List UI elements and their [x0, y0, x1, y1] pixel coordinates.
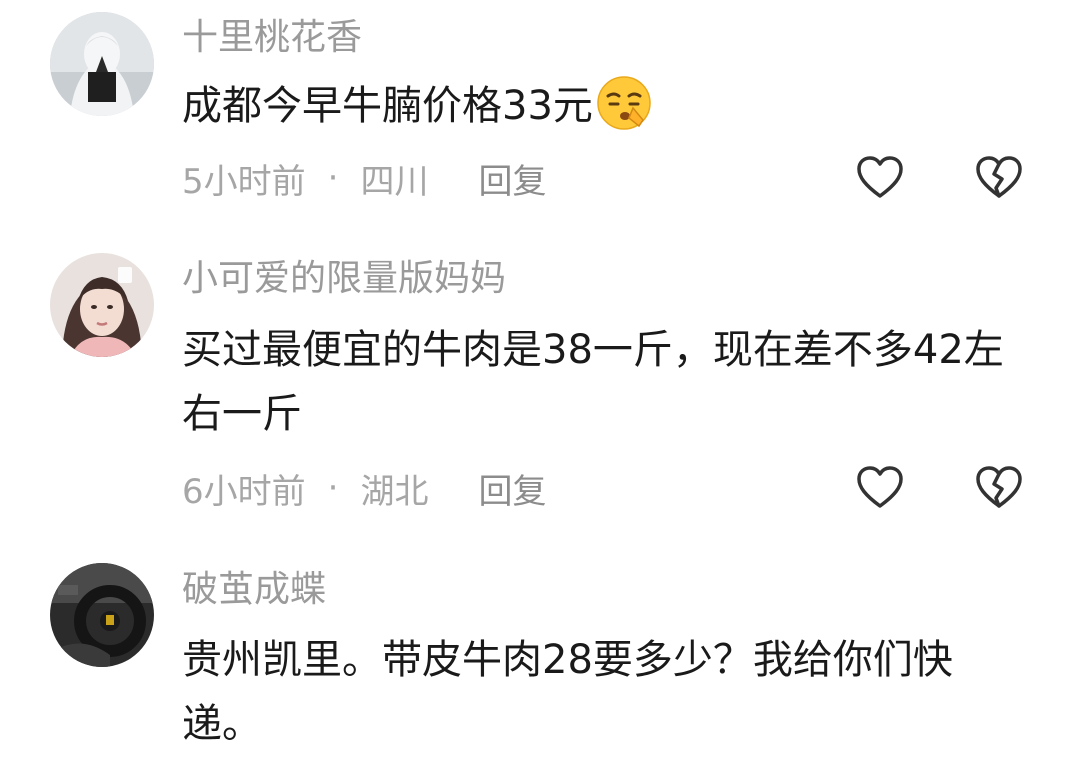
avatar[interactable]: [50, 563, 154, 667]
username[interactable]: 破茧成蝶: [182, 570, 326, 610]
comment-text: 贵州凯里。带皮牛肉28要多少？我给你们快递。: [182, 637, 953, 747]
comment-item: 破茧成蝶 贵州凯里。带皮牛肉28要多少？我给你们快递。: [0, 0, 1080, 757]
